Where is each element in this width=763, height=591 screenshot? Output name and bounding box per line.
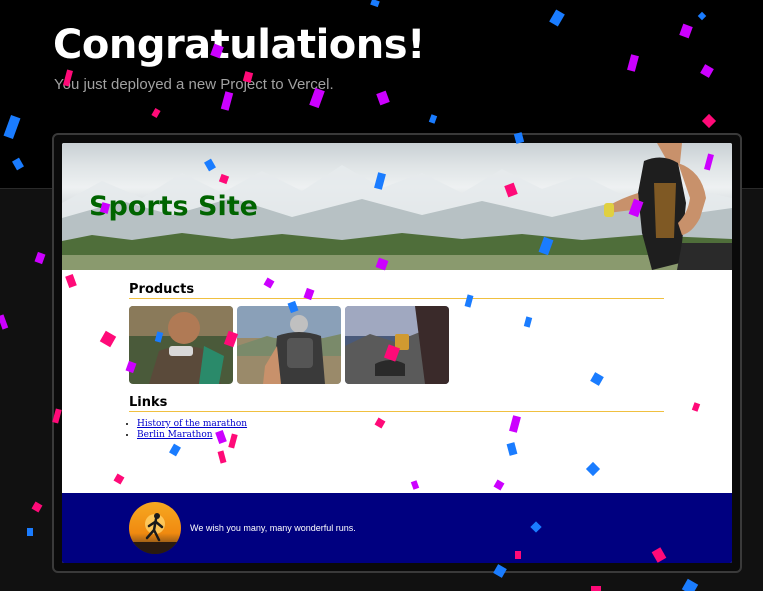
site-title: Sports Site [89, 191, 258, 222]
list-item: Berlin Marathon [137, 430, 247, 440]
products-heading: Products [129, 282, 664, 299]
links-list: History of the marathon Berlin Marathon [137, 419, 247, 441]
product-image-1[interactable] [129, 306, 233, 384]
page-title: Congratulations! [53, 22, 425, 68]
link-history-of-marathon[interactable]: History of the marathon [137, 419, 247, 429]
footer-message: We wish you many, many wonderful runs. [190, 523, 356, 533]
page-subtitle: You just deployed a new Project to Verce… [54, 76, 334, 93]
list-item: History of the marathon [137, 419, 247, 429]
links-heading: Links [129, 395, 664, 412]
deployment-preview[interactable]: Sports Site Products Links • History of … [62, 143, 732, 563]
runner-photo [604, 143, 732, 270]
product-image-3[interactable] [345, 306, 449, 384]
runner-silhouette-image [129, 502, 181, 554]
link-berlin-marathon[interactable]: Berlin Marathon [137, 430, 213, 440]
site-footer: We wish you many, many wonderful runs. [62, 493, 732, 563]
site-banner: Sports Site [62, 143, 732, 270]
product-image-2[interactable] [237, 306, 341, 384]
